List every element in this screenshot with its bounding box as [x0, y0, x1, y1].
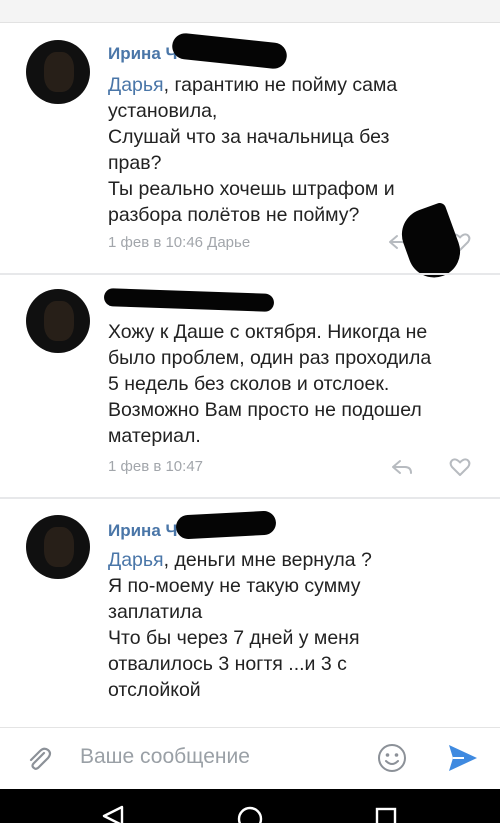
recents-square-icon[interactable] — [375, 807, 397, 829]
heart-icon[interactable] — [448, 455, 472, 479]
comment-item: Ирина Ч Дарья, гарантию не пойму сама ус… — [0, 22, 500, 285]
redaction-mark — [170, 32, 289, 70]
comment-text: Дарья, деньги мне вернула ? Я по-моему н… — [108, 549, 372, 701]
system-navigation-bar — [0, 789, 500, 832]
back-triangle-icon[interactable] — [100, 805, 126, 827]
message-composer: Ваше сообщение — [0, 727, 500, 789]
mention-link[interactable]: Дарья — [108, 74, 164, 96]
comment-author[interactable]: Ирина Ч — [108, 521, 177, 541]
mention-link[interactable]: Дарья — [108, 549, 164, 571]
smiley-icon[interactable] — [376, 742, 408, 774]
reply-icon[interactable] — [390, 455, 414, 479]
home-circle-icon[interactable] — [236, 805, 264, 833]
send-arrow-icon[interactable] — [446, 742, 480, 774]
comment-text: Хожу к Даше с октября. Никогда не было п… — [108, 321, 432, 447]
comment-timestamp[interactable]: 1 фев в 10:47 — [108, 458, 203, 475]
redaction-mark — [175, 510, 277, 540]
comment-text: Дарья, гарантию не пойму сама установила… — [108, 74, 398, 226]
previous-comment-strip — [0, 0, 500, 23]
comment-item: Ирина Ч Дарья, деньги мне вернула ? Я по… — [0, 499, 500, 727]
message-input[interactable]: Ваше сообщение — [80, 745, 250, 769]
comment-author[interactable]: Ирина Ч — [108, 44, 177, 64]
avatar[interactable] — [26, 515, 90, 579]
comment-item: Milena Sihirl Хожу к Даше с октября. Ник… — [0, 275, 500, 497]
avatar[interactable] — [26, 40, 90, 104]
paperclip-icon[interactable] — [24, 744, 54, 774]
comment-timestamp[interactable]: 1 фев в 10:46 Дарье — [108, 234, 250, 251]
avatar[interactable] — [26, 289, 90, 353]
